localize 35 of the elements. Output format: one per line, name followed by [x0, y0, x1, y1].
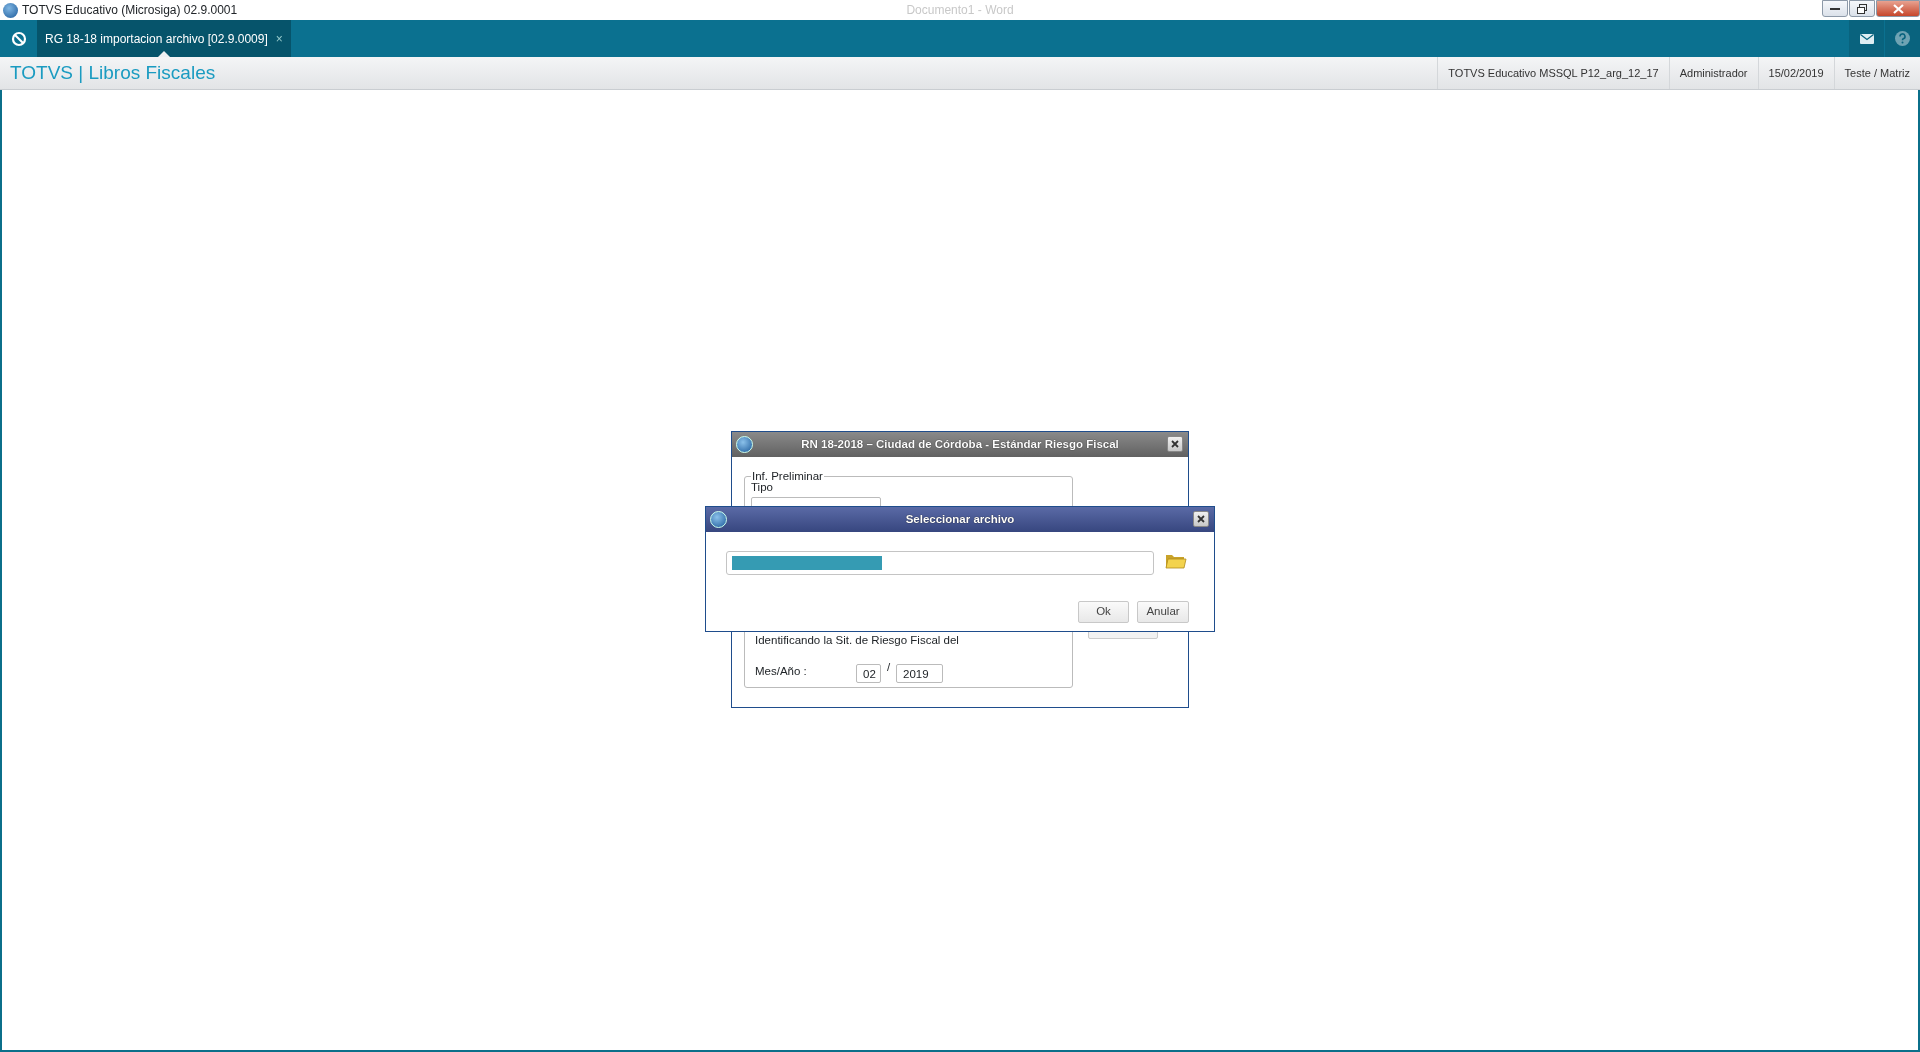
- dialog-title: RN 18-2018 – Ciudad de Córdoba - Estándar Riesgo Fiscal: [732, 432, 1188, 457]
- file-path-field[interactable]: [726, 551, 1154, 575]
- close-icon: [1197, 515, 1205, 523]
- month-field[interactable]: 02: [856, 664, 881, 683]
- close-button[interactable]: [1193, 511, 1209, 527]
- circle-slash-icon: [10, 30, 27, 47]
- field-label: Mes/Año :: [755, 664, 807, 679]
- dialog-button[interactable]: Anular: [1137, 601, 1189, 623]
- close-button[interactable]: [1167, 436, 1183, 452]
- tab-close-button[interactable]: ×: [275, 29, 283, 48]
- separator-text: /: [887, 660, 891, 675]
- module-title: TOTVS | Libros Fiscales: [9, 60, 216, 85]
- restore-icon: [1857, 3, 1867, 14]
- app-logo-icon: [710, 511, 727, 528]
- app-logo-icon: [3, 2, 18, 18]
- app-logo-icon: [736, 436, 753, 453]
- year-field[interactable]: 2019: [896, 664, 943, 683]
- group-label: Inf. Preliminar: [751, 469, 824, 483]
- header-info-text: Administrador: [1668, 57, 1758, 89]
- description-text: Identificando la Sit. de Riesgo Fiscal del: [755, 633, 959, 648]
- minimize-button[interactable]: [1822, 0, 1848, 17]
- tab[interactable]: RG 18-18 importacion archivo [02.9.0009] ×: [37, 20, 291, 57]
- close-button[interactable]: [1876, 0, 1920, 17]
- dialog-button[interactable]: Ok: [1078, 601, 1129, 623]
- header-info-text: Teste / Matriz: [1833, 57, 1920, 89]
- close-icon: [1892, 3, 1904, 14]
- mail-icon[interactable]: [1848, 20, 1884, 57]
- field-label: Tipo: [751, 481, 773, 494]
- window-title: TOTVS Educativo (Microsiga) 02.9.0001: [22, 2, 238, 19]
- dialog-title: Seleccionar archivo: [706, 507, 1214, 532]
- header-info-text: TOTVS Educativo MSSQL P12_arg_12_17: [1437, 57, 1669, 89]
- header-info-text: 15/02/2019: [1757, 57, 1834, 89]
- folder-icon[interactable]: [1165, 553, 1187, 569]
- close-icon: [1171, 440, 1179, 448]
- restore-button[interactable]: [1849, 0, 1875, 17]
